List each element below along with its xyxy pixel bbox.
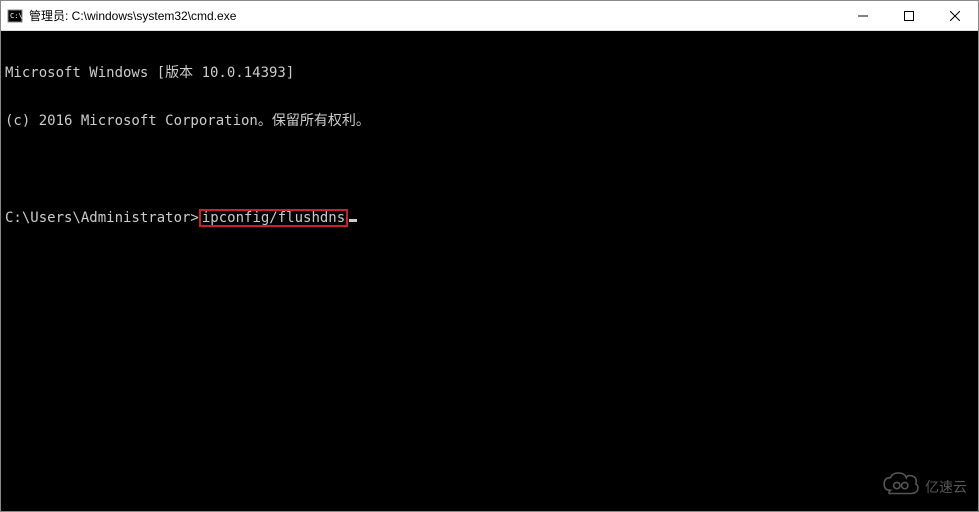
terminal-area[interactable]: Microsoft Windows [版本 10.0.14393] (c) 20… xyxy=(1,31,978,511)
close-button[interactable] xyxy=(932,1,978,30)
terminal-line: Microsoft Windows [版本 10.0.14393] xyxy=(5,65,974,81)
watermark: 亿速云 xyxy=(881,471,967,502)
minimize-button[interactable] xyxy=(840,1,886,30)
prompt: C:\Users\Administrator> xyxy=(5,210,199,226)
terminal-blank-line xyxy=(5,161,974,177)
cmd-icon: C:\ xyxy=(7,8,23,24)
watermark-text: 亿速云 xyxy=(925,477,967,497)
terminal-line: (c) 2016 Microsoft Corporation。保留所有权利。 xyxy=(5,113,974,129)
terminal-prompt-line: C:\Users\Administrator>ipconfig/flushdns xyxy=(5,209,974,227)
highlighted-command: ipconfig/flushdns xyxy=(199,209,348,227)
cmd-window: C:\ 管理员: C:\windows\system32\cmd.exe Mic… xyxy=(0,0,979,512)
titlebar[interactable]: C:\ 管理员: C:\windows\system32\cmd.exe xyxy=(1,1,978,31)
terminal-cursor xyxy=(349,219,357,222)
svg-text:C:\: C:\ xyxy=(10,12,23,20)
cloud-icon xyxy=(881,471,919,502)
window-title: 管理员: C:\windows\system32\cmd.exe xyxy=(29,7,840,24)
maximize-button[interactable] xyxy=(886,1,932,30)
window-controls xyxy=(840,1,978,30)
